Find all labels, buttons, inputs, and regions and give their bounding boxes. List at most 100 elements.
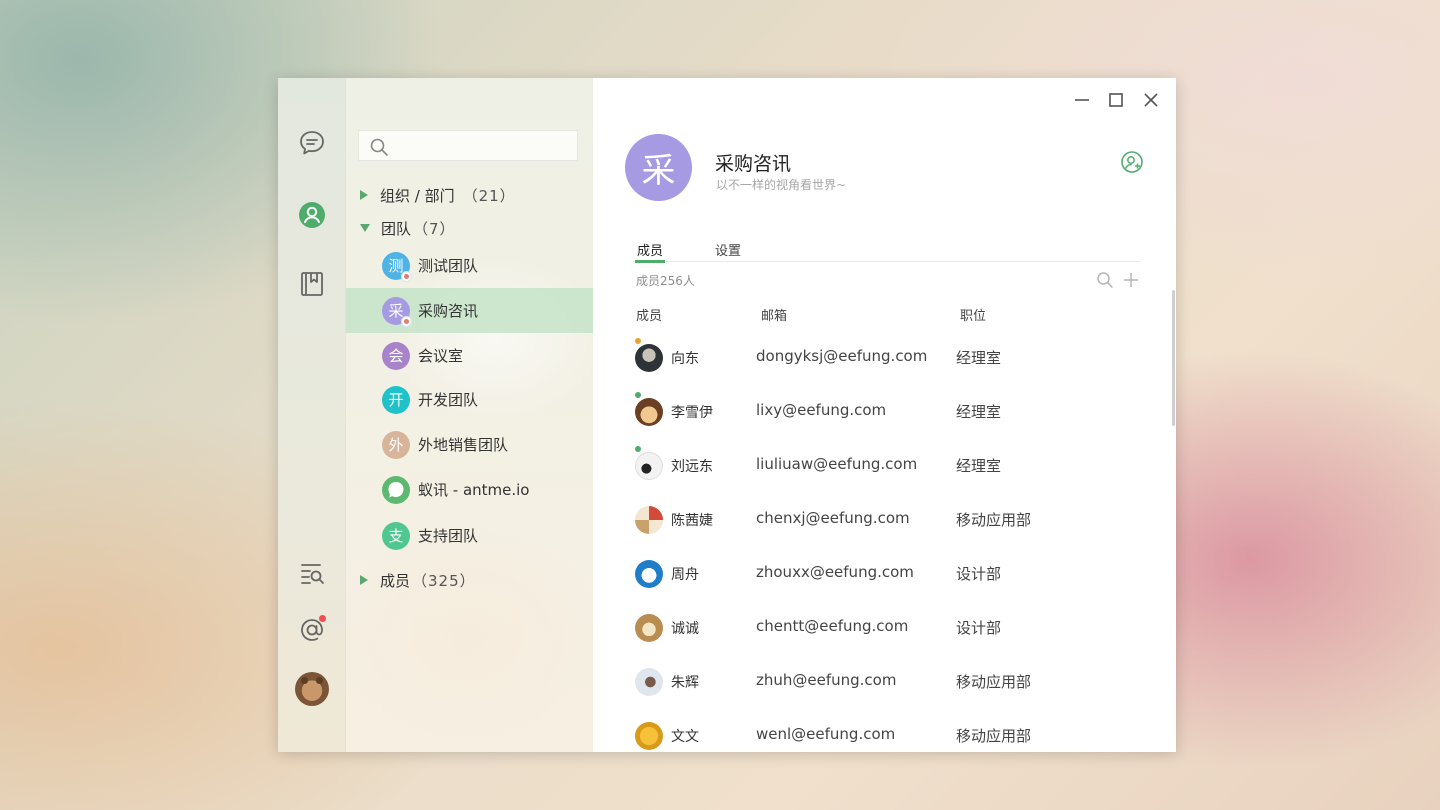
column-header-email[interactable]: 邮箱 (761, 305, 787, 324)
team-name: 测试团队 (418, 257, 479, 275)
team-avatar: 外 (382, 430, 410, 459)
tab-settings[interactable]: 设置 (715, 240, 741, 259)
avatar (635, 614, 663, 642)
maximize-icon[interactable] (1106, 90, 1126, 110)
add-icon[interactable] (1121, 270, 1141, 290)
team-name: 会议室 (418, 347, 464, 365)
chat-icon[interactable] (297, 128, 327, 158)
notebook-icon[interactable] (297, 269, 327, 299)
status-dot (635, 392, 641, 398)
member-position: 经理室 (956, 349, 1002, 367)
mention-icon[interactable] (297, 615, 327, 645)
table-row[interactable]: 诚诚 chentt@eefung.com 设计部 (593, 604, 1163, 658)
group-teams-label: 团队 (381, 219, 412, 238)
team-name: 采购咨讯 (418, 302, 479, 320)
column-header-member[interactable]: 成员 (636, 305, 662, 324)
search-input[interactable] (395, 135, 571, 157)
member-name: 朱辉 (671, 675, 699, 691)
table-row[interactable]: 文文 wenl@eefung.com 移动应用部 (593, 712, 1163, 752)
table-row[interactable]: 向东 dongyksj@eefung.com 经理室 (593, 334, 1163, 388)
team-item[interactable]: 开 开发团队 (346, 377, 593, 422)
member-position: 移动应用部 (956, 727, 1032, 745)
table-row[interactable]: 朱辉 zhuh@eefung.com 移动应用部 (593, 658, 1163, 712)
member-name: 文文 (671, 729, 699, 745)
avatar (635, 668, 663, 696)
tab-members[interactable]: 成员 (637, 240, 663, 259)
avatar (635, 722, 663, 750)
team-item[interactable]: 测 测试团队 (346, 243, 593, 288)
team-avatar: 采 (382, 296, 412, 327)
table-row[interactable]: 陈茜婕 chenxj@eefung.com 移动应用部 (593, 496, 1163, 550)
group-title: 采购咨讯 (715, 153, 792, 175)
member-name: 周舟 (671, 567, 699, 583)
avatar (635, 452, 663, 480)
expand-arrow-icon (360, 575, 368, 585)
expand-arrow-icon (360, 190, 368, 200)
table-row[interactable]: 周舟 zhouxx@eefung.com 设计部 (593, 550, 1163, 604)
avatar (635, 506, 663, 534)
close-icon[interactable] (1141, 90, 1161, 110)
tab-bar: 成员 设置 (633, 238, 1140, 262)
member-name: 诚诚 (671, 621, 699, 637)
group-org-label: 组织 / 部门 (380, 186, 455, 205)
team-name: 支持团队 (418, 527, 479, 545)
status-dot (635, 446, 641, 452)
member-email: chenxj@eefung.com (756, 509, 910, 527)
status-dot (635, 338, 641, 344)
group-org[interactable]: 组织 / 部门 （21） (360, 183, 516, 207)
admin-badge-icon (401, 270, 412, 282)
contacts-panel: 组织 / 部门 （21） 团队 （7） 测 测试团队 采 采购咨讯 会 会议室 … (346, 78, 593, 752)
group-teams[interactable]: 团队 （7） (360, 216, 456, 240)
app-window: 组织 / 部门 （21） 团队 （7） 测 测试团队 采 采购咨讯 会 会议室 … (278, 78, 1176, 752)
member-email: chentt@eefung.com (756, 617, 909, 635)
table-row[interactable]: 刘远东 liuliuaw@eefung.com 经理室 (593, 442, 1163, 496)
member-email: wenl@eefung.com (756, 725, 896, 743)
group-subtitle: 以不一样的视角看世界~ (716, 178, 847, 192)
team-item[interactable]: 蚁讯 - antme.io (346, 467, 593, 512)
group-teams-count: （7） (413, 219, 456, 238)
antme-logo-icon (382, 475, 410, 504)
admin-badge-icon (401, 315, 412, 327)
active-tab-indicator (635, 260, 665, 263)
team-avatar: 开 (382, 385, 410, 414)
member-name: 陈茜婕 (671, 513, 713, 529)
member-position: 移动应用部 (956, 511, 1032, 529)
column-header-position[interactable]: 职位 (960, 305, 986, 324)
nav-rail (278, 78, 346, 752)
group-members[interactable]: 成员 （325） (360, 568, 476, 592)
scrollbar[interactable] (1172, 290, 1175, 426)
notification-dot (319, 615, 326, 622)
collapse-arrow-icon (360, 224, 370, 232)
group-avatar: 采 (625, 134, 692, 201)
user-avatar[interactable] (295, 672, 329, 706)
team-item[interactable]: 外 外地销售团队 (346, 422, 593, 467)
team-item[interactable]: 支 支持团队 (346, 513, 593, 558)
search-list-icon[interactable] (297, 558, 327, 588)
avatar (635, 344, 663, 372)
team-avatar: 支 (382, 521, 410, 550)
member-position: 设计部 (956, 565, 1002, 583)
group-members-count: （325） (412, 571, 476, 590)
team-avatar: 测 (382, 251, 412, 282)
member-email: zhuh@eefung.com (756, 671, 897, 689)
minimize-icon[interactable] (1072, 90, 1092, 110)
group-org-count: （21） (462, 186, 516, 205)
member-search-icon[interactable] (1095, 270, 1115, 290)
avatar (635, 560, 663, 588)
member-position: 移动应用部 (956, 673, 1032, 691)
search-box[interactable] (358, 130, 578, 161)
add-member-icon[interactable] (1120, 150, 1144, 174)
member-position: 设计部 (956, 619, 1002, 637)
table-row[interactable]: 李雪伊 lixy@eefung.com 经理室 (593, 388, 1163, 442)
member-name: 李雪伊 (671, 405, 713, 421)
search-icon (370, 138, 388, 156)
member-name: 向东 (671, 351, 699, 367)
team-item[interactable]: 会 会议室 (346, 333, 593, 378)
contacts-icon[interactable] (297, 200, 327, 230)
member-position: 经理室 (956, 457, 1002, 475)
member-email: liuliuaw@eefung.com (756, 455, 918, 473)
team-item-selected[interactable]: 采 采购咨讯 (346, 288, 593, 333)
member-position: 经理室 (956, 403, 1002, 421)
avatar (635, 398, 663, 426)
member-email: dongyksj@eefung.com (756, 347, 928, 365)
